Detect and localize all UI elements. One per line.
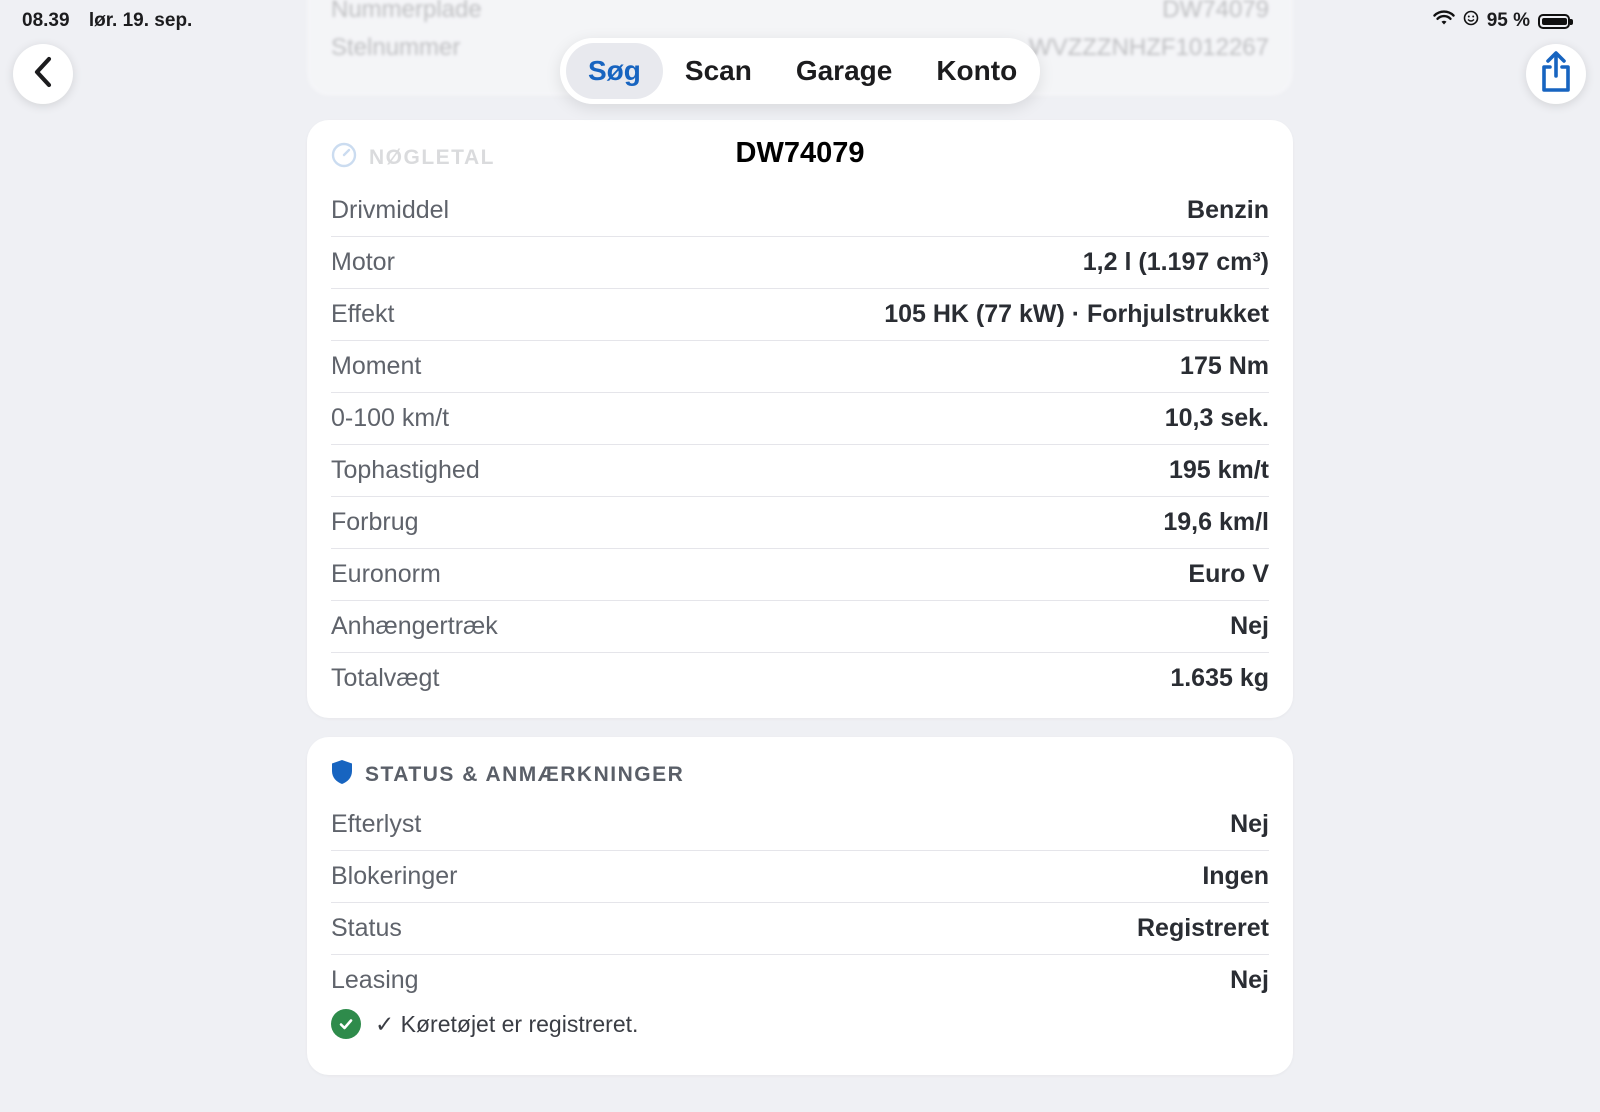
spec-label: Motor <box>331 248 395 276</box>
spec-label: Forbrug <box>331 508 419 536</box>
spec-value: 105 HK (77 kW) · Forhjulstrukket <box>884 300 1269 328</box>
spec-row-towbar: Anhængertræk Nej <box>331 601 1269 653</box>
status-row-leasing: Leasing Nej <box>331 955 1269 1006</box>
share-button[interactable] <box>1526 44 1586 104</box>
chevron-left-icon <box>29 55 57 94</box>
status-title: STATUS & ANMÆRKNINGER <box>365 763 685 786</box>
spec-row-consumption: Forbrug 19,6 km/l <box>331 497 1269 549</box>
spec-row-torque: Moment 175 Nm <box>331 341 1269 393</box>
spec-label: Euronorm <box>331 560 441 588</box>
spec-value: Nej <box>1230 612 1269 640</box>
registration-note-text: ✓ Køretøjet er registreret. <box>375 1010 639 1037</box>
info-row-value: WVZZZNHZF1012267 <box>1028 34 1269 61</box>
spec-row-engine: Motor 1,2 l (1.197 cm³) <box>331 237 1269 289</box>
spec-value: Benzin <box>1187 196 1269 224</box>
spec-value: Euro V <box>1188 560 1269 588</box>
status-value: Registreret <box>1137 914 1269 942</box>
info-row-label: Nummerplade <box>331 0 482 23</box>
spec-label: Effekt <box>331 300 395 328</box>
info-row: Nummerplade DW74079 <box>331 0 1269 24</box>
back-button[interactable] <box>13 44 73 104</box>
spec-row-euronorm: Euronorm Euro V <box>331 549 1269 601</box>
spec-row-power: Effekt 105 HK (77 kW) · Forhjulstrukket <box>331 289 1269 341</box>
wifi-icon <box>1432 10 1455 32</box>
spec-label: 0-100 km/t <box>331 404 450 432</box>
spec-label: Drivmiddel <box>331 196 450 224</box>
tab-bar: Søg Scan Garage Konto <box>560 38 1040 104</box>
status-date: lør. 19. sep. <box>88 10 193 31</box>
status-header: STATUS & ANMÆRKNINGER <box>331 759 684 791</box>
status-label: Blokeringer <box>331 862 458 890</box>
check-circle-icon <box>331 1009 361 1039</box>
status-card: STATUS & ANMÆRKNINGER Efterlyst Nej Blok… <box>307 737 1293 1075</box>
tab-garage[interactable]: Garage <box>774 43 915 99</box>
status-value: Nej <box>1230 966 1269 994</box>
spec-value: 19,6 km/l <box>1163 508 1269 536</box>
spec-value: 1.635 kg <box>1170 664 1269 692</box>
info-row-label: Stelnummer <box>331 34 461 61</box>
tab-scan[interactable]: Scan <box>663 43 774 99</box>
tab-account[interactable]: Konto <box>914 43 1039 99</box>
status-row-wanted: Efterlyst Nej <box>331 799 1269 851</box>
spec-row-acceleration: 0-100 km/t 10,3 sek. <box>331 393 1269 445</box>
key-figures-card: NØGLETAL DW74079 Drivmiddel Benzin Motor… <box>307 120 1293 718</box>
spec-value: 10,3 sek. <box>1164 404 1269 432</box>
status-list: Efterlyst Nej Blokeringer Ingen Status R… <box>331 799 1269 1006</box>
status-label: Status <box>331 914 402 942</box>
spec-label: Totalvægt <box>331 664 440 692</box>
status-bar-left: 08.39 lør. 19. sep. <box>22 10 206 32</box>
info-row-value: DW74079 <box>1162 0 1269 23</box>
activity-icon <box>1463 10 1479 32</box>
status-row-blocks: Blokeringer Ingen <box>331 851 1269 903</box>
tab-search[interactable]: Søg <box>566 43 663 99</box>
status-value: Ingen <box>1202 862 1269 890</box>
key-figures-list: Drivmiddel Benzin Motor 1,2 l (1.197 cm³… <box>331 185 1269 704</box>
plate-title: DW74079 <box>735 137 865 169</box>
spec-label: Moment <box>331 352 422 380</box>
spec-row-top-speed: Tophastighed 195 km/t <box>331 445 1269 497</box>
battery-percent: 95 % <box>1486 10 1530 31</box>
status-row-status: Status Registreret <box>331 903 1269 955</box>
registration-note: ✓ Køretøjet er registreret. <box>331 1009 638 1039</box>
battery-icon <box>1538 13 1573 29</box>
share-icon <box>1538 50 1574 99</box>
spec-value: 1,2 l (1.197 cm³) <box>1082 248 1269 276</box>
shield-icon <box>331 759 353 791</box>
spec-value: 175 Nm <box>1180 352 1269 380</box>
spec-row-total-weight: Totalvægt 1.635 kg <box>331 653 1269 704</box>
spec-label: Tophastighed <box>331 456 480 484</box>
spec-value: 195 km/t <box>1168 456 1269 484</box>
status-time: 08.39 <box>22 10 70 31</box>
status-bar-right: 95 % <box>1432 10 1573 32</box>
spec-label: Anhængertræk <box>331 612 498 640</box>
spec-row-fuel: Drivmiddel Benzin <box>331 185 1269 237</box>
status-label: Leasing <box>331 966 419 994</box>
status-label: Efterlyst <box>331 810 422 838</box>
status-value: Nej <box>1230 810 1269 838</box>
